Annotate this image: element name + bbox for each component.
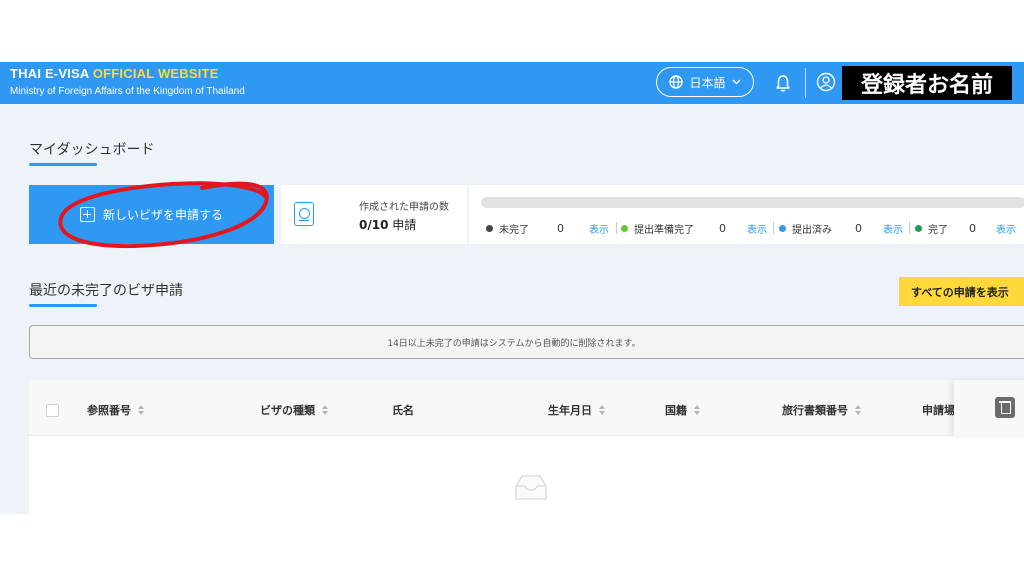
- header-divider: [805, 68, 806, 98]
- sort-icon[interactable]: [138, 404, 145, 416]
- column-label: 参照番号: [87, 404, 131, 417]
- sort-icon[interactable]: [599, 404, 606, 416]
- status-count: 0: [855, 221, 862, 235]
- column-header-nationality[interactable]: 国籍: [665, 402, 701, 418]
- column-header-application-place: 申請場: [922, 402, 955, 418]
- column-label: 氏名: [392, 404, 414, 417]
- column-header-date-of-birth[interactable]: 生年月日: [548, 402, 606, 418]
- status-ready: 提出準備完了 0 表示: [621, 220, 767, 236]
- status-label: 提出準備完了: [634, 224, 694, 236]
- chevron-down-icon: [732, 79, 740, 85]
- status-summary-card: 未完了 0 表示 提出準備完了 0 表示 提出済み 0 表示 完了 0 表示: [469, 185, 1024, 244]
- site-title-main: THAI E-VISA: [10, 66, 90, 81]
- status-dot-icon: [915, 224, 922, 232]
- column-header-visa-type[interactable]: ビザの種類: [260, 402, 329, 418]
- status-label: 完了: [928, 224, 948, 236]
- status-label: 未完了: [499, 224, 529, 236]
- dashboard-title: マイダッシュボード: [29, 142, 155, 158]
- application-count-card: 作成された申請の数 0/10 申請: [281, 185, 467, 244]
- status-dot-icon: [621, 224, 628, 232]
- column-label: ビザの種類: [260, 404, 315, 417]
- plus-square-icon: [79, 207, 95, 222]
- column-header-reference-number[interactable]: 参照番号: [87, 402, 145, 418]
- status-incomplete: 未完了 0 表示: [486, 220, 609, 236]
- status-completed: 完了 0 表示: [915, 220, 1016, 236]
- show-all-applications-button[interactable]: すべての申請を表示: [899, 277, 1024, 306]
- sort-icon[interactable]: [694, 404, 701, 416]
- application-count-unit: 申請: [388, 218, 417, 232]
- status-count: 0: [557, 221, 564, 235]
- trash-icon[interactable]: [995, 397, 1015, 418]
- select-all-checkbox[interactable]: [46, 404, 59, 417]
- site-title[interactable]: THAI E-VISA OFFICIAL WEBSITE: [10, 66, 219, 81]
- language-label: 日本語: [689, 75, 726, 90]
- new-visa-application-button[interactable]: 新しいビザを申請する: [29, 185, 274, 244]
- new-visa-application-label: 新しいビザを申請する: [102, 208, 223, 222]
- dashboard-title-underline: [29, 163, 97, 166]
- auto-delete-notice: 14日以上未完了の申請はシステムから自動的に削除されます。: [29, 325, 1024, 359]
- status-count: 0: [719, 221, 726, 235]
- column-label: 旅行書類番号: [782, 404, 848, 417]
- bell-icon[interactable]: [774, 73, 792, 93]
- status-separator: [616, 222, 617, 234]
- table-header-row: 参照番号 ビザの種類 氏名 生年月日 国籍 旅行書類番号 申請場: [29, 380, 1024, 436]
- status-dot-icon: [486, 224, 493, 232]
- top-navigation-bar: THAI E-VISA OFFICIAL WEBSITE Ministry of…: [0, 62, 1024, 104]
- column-label: 申請場: [922, 404, 955, 417]
- site-title-accent: OFFICIAL WEBSITE: [92, 66, 219, 81]
- site-subtitle: Ministry of Foreign Affairs of the Kingd…: [10, 86, 245, 97]
- status-show-link[interactable]: 表示: [996, 221, 1016, 236]
- application-count-label: 作成された申請の数: [359, 202, 449, 213]
- empty-inbox-icon: [515, 475, 547, 500]
- user-name-label[interactable]: 登録者お名前: [842, 66, 1012, 100]
- passport-icon: [294, 202, 314, 226]
- status-count: 0: [969, 221, 976, 235]
- column-header-full-name: 氏名: [392, 402, 414, 418]
- browser-viewport: THAI E-VISA OFFICIAL WEBSITE Ministry of…: [0, 62, 1024, 514]
- language-selector[interactable]: 日本語: [656, 67, 754, 97]
- status-show-link[interactable]: 表示: [747, 221, 767, 236]
- recent-applications-underline: [29, 304, 97, 307]
- sort-icon[interactable]: [855, 404, 862, 416]
- sort-icon[interactable]: [322, 404, 329, 416]
- status-show-link[interactable]: 表示: [589, 221, 609, 236]
- status-separator: [909, 222, 910, 234]
- status-show-link[interactable]: 表示: [883, 221, 903, 236]
- user-icon[interactable]: [816, 72, 836, 92]
- progress-bar: [481, 197, 1024, 208]
- application-count-number: 0/10: [359, 218, 389, 232]
- status-label: 提出済み: [792, 224, 832, 236]
- applications-table: 参照番号 ビザの種類 氏名 生年月日 国籍 旅行書類番号 申請場: [29, 380, 1024, 514]
- column-label: 生年月日: [548, 404, 592, 417]
- status-dot-icon: [779, 224, 786, 232]
- recent-applications-title: 最近の未完了のビザ申請: [29, 283, 183, 299]
- status-separator: [773, 222, 774, 234]
- column-header-travel-document-number[interactable]: 旅行書類番号: [782, 402, 862, 418]
- column-label: 国籍: [665, 404, 687, 417]
- status-submitted: 提出済み 0 表示: [779, 220, 903, 236]
- globe-icon: [669, 75, 684, 89]
- application-count-value: 0/10 申請: [359, 216, 416, 233]
